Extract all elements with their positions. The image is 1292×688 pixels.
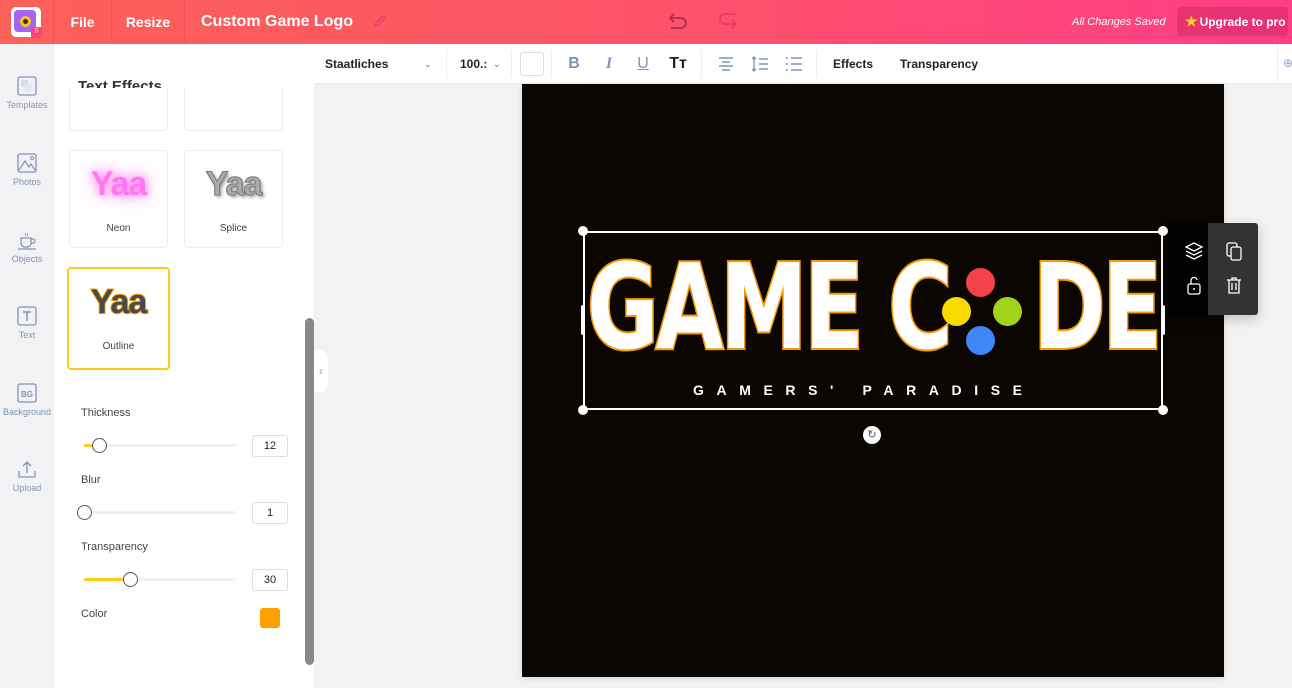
resize-handle-bottom-right[interactable] bbox=[1158, 405, 1168, 415]
upload-icon bbox=[18, 461, 36, 478]
file-menu-button[interactable]: File bbox=[54, 0, 112, 44]
thickness-slider[interactable] bbox=[84, 438, 236, 453]
chevron-down-icon[interactable]: ⌄ bbox=[424, 44, 432, 84]
collapse-panel-chevron-icon[interactable]: ‹ bbox=[314, 350, 328, 392]
transparency-slider[interactable] bbox=[84, 572, 236, 587]
effect-label: Splice bbox=[219, 223, 248, 234]
upgrade-label: Upgrade to pro bbox=[1199, 15, 1286, 29]
sidebar-item-text[interactable]: Text bbox=[0, 306, 54, 366]
blur-input[interactable]: 1 bbox=[252, 502, 288, 524]
effect-card-splice[interactable]: Yaa Splice bbox=[184, 150, 283, 248]
position-icon[interactable]: ⊕ bbox=[1283, 56, 1292, 70]
slider-knob[interactable] bbox=[77, 505, 92, 520]
effects-button[interactable]: Effects bbox=[833, 44, 873, 84]
save-status: All Changes Saved bbox=[1072, 16, 1166, 28]
text-color-picker[interactable] bbox=[520, 52, 544, 76]
italic-button[interactable]: I bbox=[598, 44, 620, 84]
panel-scrollbar[interactable] bbox=[305, 318, 314, 665]
slider-knob[interactable] bbox=[122, 572, 138, 587]
effect-card-outline[interactable]: Yaa Outline bbox=[67, 267, 170, 370]
bg-icon: BG bbox=[17, 383, 37, 403]
duplicate-icon[interactable] bbox=[1224, 241, 1244, 261]
effect-card-neon[interactable]: Yaa Neon bbox=[69, 150, 168, 248]
transparency-label: Transparency bbox=[81, 541, 148, 553]
resize-button[interactable]: Resize bbox=[112, 0, 185, 44]
font-family-select[interactable]: Staatliches bbox=[325, 44, 388, 84]
chevron-down-icon[interactable]: ⌄ bbox=[493, 44, 501, 84]
layers-icon[interactable] bbox=[1184, 241, 1204, 261]
resize-handle-top-left[interactable] bbox=[578, 226, 588, 236]
neon-preview: Yaa bbox=[90, 165, 148, 203]
list-icon[interactable] bbox=[783, 44, 805, 87]
sidebar-label: Upload bbox=[12, 483, 42, 493]
sidebar-item-photos[interactable]: Photos bbox=[0, 153, 54, 213]
text-icon bbox=[17, 306, 37, 326]
slider-knob[interactable] bbox=[92, 438, 108, 453]
cup-icon bbox=[18, 232, 36, 250]
sidebar-item-templates[interactable]: Templates bbox=[0, 76, 54, 136]
sidebar: Templates Photos Objects Text BG Backgro… bbox=[0, 44, 54, 688]
delete-trash-icon[interactable] bbox=[1224, 275, 1244, 295]
resize-handle-left[interactable] bbox=[581, 305, 585, 335]
transparency-button[interactable]: Transparency bbox=[900, 44, 978, 84]
redo-icon[interactable] bbox=[716, 10, 740, 32]
blur-slider[interactable] bbox=[77, 505, 236, 520]
thickness-label: Thickness bbox=[81, 407, 131, 419]
effect-card-hidden[interactable] bbox=[184, 88, 283, 131]
undo-icon[interactable] bbox=[666, 10, 690, 32]
line-spacing-icon[interactable] bbox=[749, 44, 771, 88]
resize-handle-right[interactable] bbox=[1161, 305, 1165, 335]
sidebar-item-objects[interactable]: Objects bbox=[0, 230, 54, 290]
underline-button[interactable]: U bbox=[632, 44, 654, 84]
sidebar-label: Background bbox=[2, 407, 52, 417]
svg-text:BG: BG bbox=[21, 390, 33, 399]
sidebar-label: Text bbox=[18, 330, 36, 340]
effect-label: Outline bbox=[102, 341, 135, 352]
outline-preview: Yaa bbox=[90, 282, 149, 322]
splice-preview: Yaa bbox=[205, 165, 263, 204]
document-title[interactable]: Custom Game Logo bbox=[201, 0, 353, 44]
effect-label: Neon bbox=[106, 223, 131, 234]
selection-box[interactable] bbox=[583, 231, 1163, 410]
templates-icon bbox=[17, 76, 37, 96]
bold-button[interactable]: B bbox=[563, 44, 585, 84]
sidebar-item-upload[interactable]: Upload bbox=[0, 459, 54, 519]
sidebar-label: Objects bbox=[11, 254, 43, 264]
star-icon: ★ bbox=[1185, 13, 1198, 29]
photos-icon bbox=[17, 153, 37, 173]
resize-handle-top-right[interactable] bbox=[1158, 226, 1168, 236]
blur-label: Blur bbox=[81, 474, 101, 486]
sidebar-label: Templates bbox=[6, 100, 48, 110]
sidebar-item-background[interactable]: BG Background bbox=[0, 383, 54, 443]
upgrade-button[interactable]: ★ Upgrade to pro bbox=[1177, 7, 1288, 36]
app-logo-icon: ⠿ bbox=[11, 7, 42, 38]
element-context-menu bbox=[1168, 223, 1258, 315]
app-logo[interactable]: ⠿ bbox=[0, 0, 54, 44]
rotate-handle-icon[interactable]: ↻ bbox=[863, 426, 881, 444]
resize-handle-bottom-left[interactable] bbox=[578, 405, 588, 415]
outline-color-swatch[interactable] bbox=[260, 608, 280, 628]
sidebar-label: Photos bbox=[12, 177, 42, 187]
text-case-button[interactable]: Tт bbox=[667, 44, 689, 84]
text-toolbar: Staatliches ⌄ 100.: ⌄ B I U Tт Effects T… bbox=[314, 44, 1292, 84]
transparency-input[interactable]: 30 bbox=[252, 569, 288, 591]
text-effects-panel: Text Effects Yaa Neon Yaa Splice Yaa Out… bbox=[54, 44, 314, 688]
font-size-select[interactable]: 100.: bbox=[460, 44, 487, 84]
effect-card-hidden[interactable] bbox=[69, 88, 168, 131]
align-center-icon[interactable] bbox=[715, 44, 737, 87]
color-label: Color bbox=[81, 608, 108, 620]
thickness-input[interactable]: 12 bbox=[252, 435, 288, 457]
edit-title-pencil-icon[interactable] bbox=[373, 14, 389, 30]
top-bar: ⠿ File Resize Custom Game Logo All Chang… bbox=[0, 0, 1292, 44]
unlock-icon[interactable] bbox=[1184, 275, 1204, 295]
